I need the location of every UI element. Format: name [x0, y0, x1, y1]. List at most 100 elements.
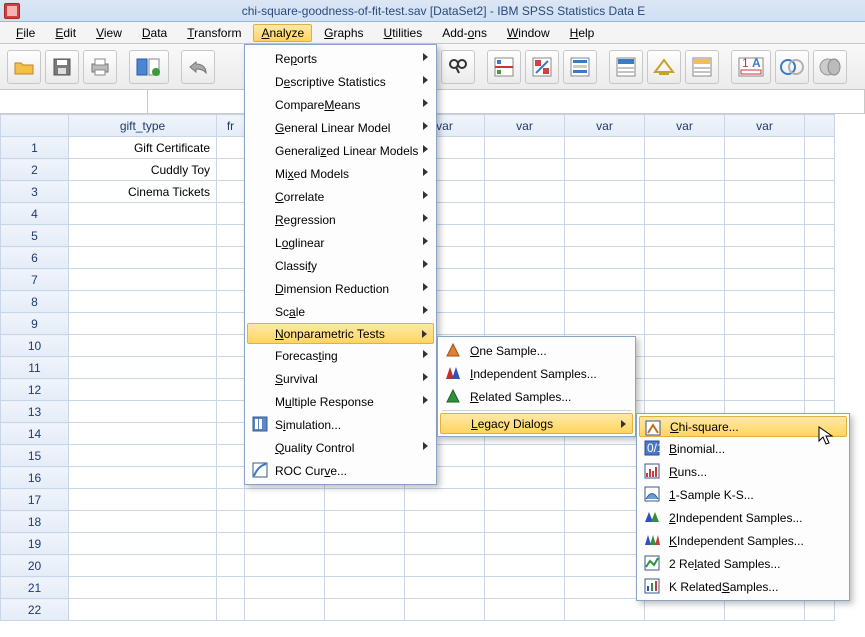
cell-empty[interactable]	[725, 291, 805, 313]
cell-gift-type[interactable]	[69, 313, 217, 335]
cell-gift-type[interactable]	[69, 555, 217, 577]
menu-window[interactable]: Window	[499, 24, 558, 42]
cell-empty[interactable]	[325, 555, 405, 577]
recall-dialog-button[interactable]	[129, 50, 169, 84]
cell-empty[interactable]	[645, 335, 725, 357]
cell-empty[interactable]	[565, 445, 645, 467]
cell-frequency[interactable]	[217, 577, 245, 599]
cell-empty[interactable]	[405, 599, 485, 621]
split-file-button[interactable]	[487, 50, 521, 84]
cell-frequency[interactable]	[217, 269, 245, 291]
cell-empty[interactable]	[725, 159, 805, 181]
menu-item-classify[interactable]: Classify	[247, 254, 434, 277]
cell-empty[interactable]	[805, 225, 835, 247]
cell-empty[interactable]	[725, 335, 805, 357]
row-header[interactable]: 5	[1, 225, 69, 247]
cell-empty[interactable]	[725, 379, 805, 401]
cell-frequency[interactable]	[217, 159, 245, 181]
customize-toolbar-button[interactable]	[813, 50, 847, 84]
cell-frequency[interactable]	[217, 555, 245, 577]
cell-empty[interactable]	[245, 577, 325, 599]
cell-empty[interactable]	[565, 555, 645, 577]
cell-empty[interactable]	[565, 269, 645, 291]
print-button[interactable]	[83, 50, 117, 84]
cell-empty[interactable]	[805, 159, 835, 181]
cell-empty[interactable]	[645, 159, 725, 181]
row-header[interactable]: 20	[1, 555, 69, 577]
menu-item-correlate[interactable]: Correlate	[247, 185, 434, 208]
column-header-frequency[interactable]: fr	[217, 115, 245, 137]
row-header[interactable]: 19	[1, 533, 69, 555]
menu-item-one-sample[interactable]: One Sample...	[440, 339, 633, 362]
row-header[interactable]: 9	[1, 313, 69, 335]
cell-gift-type[interactable]	[69, 291, 217, 313]
cell-gift-type[interactable]: Gift Certificate	[69, 137, 217, 159]
cell-gift-type[interactable]	[69, 247, 217, 269]
menu-help[interactable]: Help	[562, 24, 603, 42]
cell-empty[interactable]	[565, 203, 645, 225]
cell-empty[interactable]	[805, 291, 835, 313]
cell-empty[interactable]	[805, 269, 835, 291]
cell-frequency[interactable]	[217, 313, 245, 335]
row-header[interactable]: 16	[1, 467, 69, 489]
menu-item-independent-samples[interactable]: Independent Samples...	[440, 362, 633, 385]
menu-item-scale[interactable]: Scale	[247, 300, 434, 323]
cell-empty[interactable]	[805, 247, 835, 269]
cell-empty[interactable]	[645, 599, 725, 621]
cell-gift-type[interactable]	[69, 357, 217, 379]
cell-gift-type[interactable]	[69, 335, 217, 357]
cell-empty[interactable]	[805, 335, 835, 357]
cell-empty[interactable]	[485, 489, 565, 511]
row-header[interactable]: 22	[1, 599, 69, 621]
cell-empty[interactable]	[725, 599, 805, 621]
cell-empty[interactable]	[565, 225, 645, 247]
cell-gift-type[interactable]	[69, 533, 217, 555]
menu-edit[interactable]: Edit	[47, 24, 84, 42]
menu-item-1-sample-ks[interactable]: 1-Sample K-S...	[639, 483, 847, 506]
row-header[interactable]: 10	[1, 335, 69, 357]
cell-gift-type[interactable]	[69, 467, 217, 489]
cell-empty[interactable]	[565, 599, 645, 621]
cell-empty[interactable]	[645, 181, 725, 203]
show-labels-button[interactable]: 1A	[731, 50, 771, 84]
column-header-var[interactable]: var	[565, 115, 645, 137]
cell-frequency[interactable]	[217, 533, 245, 555]
cell-gift-type[interactable]	[69, 445, 217, 467]
cell-empty[interactable]	[725, 269, 805, 291]
cell-frequency[interactable]	[217, 247, 245, 269]
cell-frequency[interactable]	[217, 137, 245, 159]
cell-empty[interactable]	[245, 533, 325, 555]
row-header[interactable]: 7	[1, 269, 69, 291]
cell-empty[interactable]	[485, 445, 565, 467]
cell-empty[interactable]	[485, 313, 565, 335]
value-labels-button[interactable]	[609, 50, 643, 84]
cell-frequency[interactable]	[217, 357, 245, 379]
menu-transform[interactable]: Transform	[179, 24, 249, 42]
find-button[interactable]	[441, 50, 475, 84]
row-header[interactable]: 8	[1, 291, 69, 313]
cell-empty[interactable]	[485, 247, 565, 269]
menu-item-descriptive-statistics[interactable]: Descriptive Statistics	[247, 70, 434, 93]
cell-empty[interactable]	[565, 489, 645, 511]
cell-empty[interactable]	[725, 181, 805, 203]
cell-empty[interactable]	[325, 533, 405, 555]
cell-empty[interactable]	[725, 357, 805, 379]
menu-addons[interactable]: Add-ons	[434, 24, 495, 42]
cell-frequency[interactable]	[217, 181, 245, 203]
variables-button[interactable]	[685, 50, 719, 84]
cell-empty[interactable]	[805, 181, 835, 203]
cell-empty[interactable]	[485, 291, 565, 313]
cell-empty[interactable]	[405, 555, 485, 577]
cell-frequency[interactable]	[217, 489, 245, 511]
row-header[interactable]: 1	[1, 137, 69, 159]
cell-frequency[interactable]	[217, 423, 245, 445]
cell-empty[interactable]	[645, 357, 725, 379]
cell-empty[interactable]	[245, 599, 325, 621]
row-header[interactable]: 2	[1, 159, 69, 181]
menu-item-simulation[interactable]: Simulation...	[247, 413, 434, 436]
cell-empty[interactable]	[485, 269, 565, 291]
open-button[interactable]	[7, 50, 41, 84]
row-header[interactable]: 18	[1, 511, 69, 533]
menu-item-loglinear[interactable]: Loglinear	[247, 231, 434, 254]
row-header[interactable]: 4	[1, 203, 69, 225]
